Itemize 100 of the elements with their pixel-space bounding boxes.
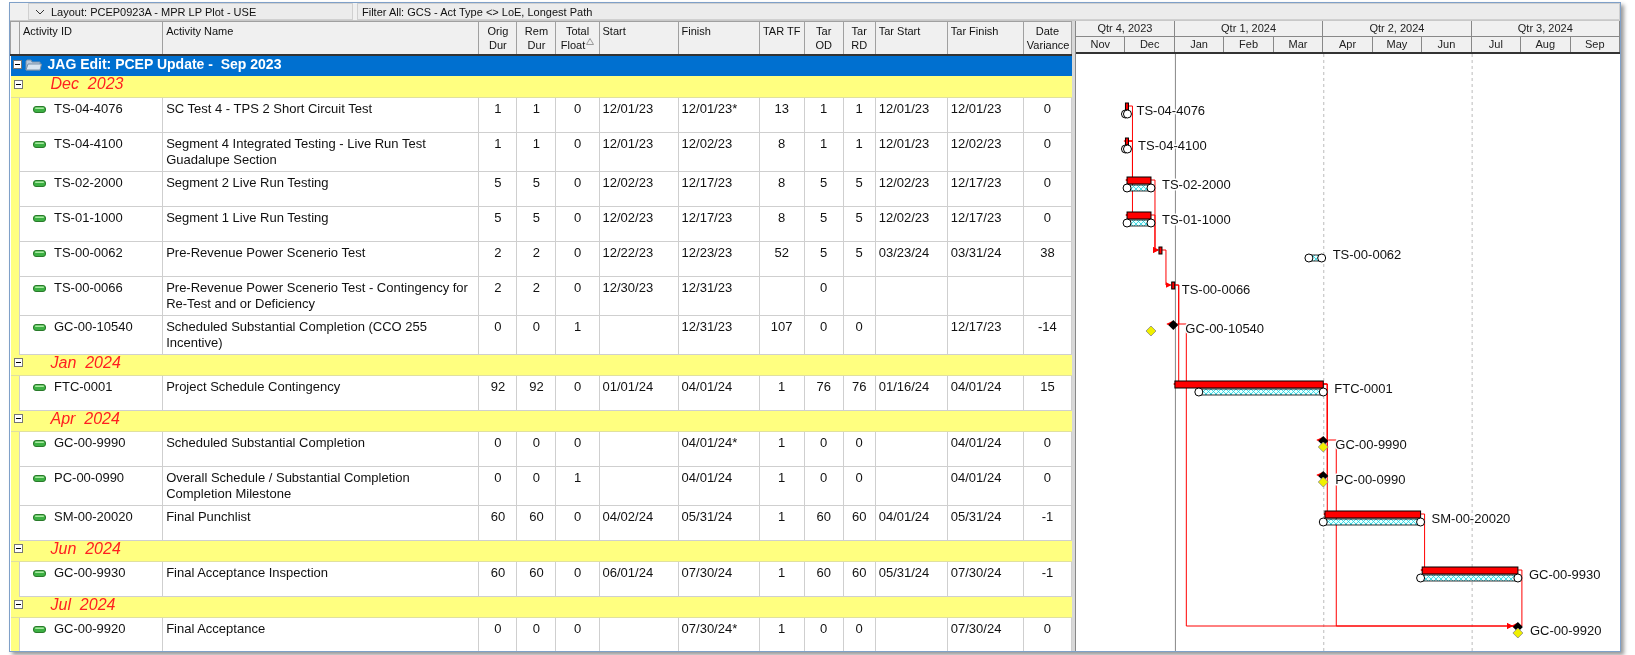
table-cell: 12/01/23 bbox=[599, 132, 679, 171]
table-cell: 2 bbox=[478, 241, 517, 276]
activity-icon bbox=[33, 179, 46, 187]
column-header[interactable]: Start bbox=[599, 21, 679, 55]
table-cell: 76 bbox=[843, 375, 876, 410]
table-cell: 5 bbox=[843, 206, 876, 241]
table-cell: 0 bbox=[516, 431, 556, 466]
column-header[interactable]: TAR TF bbox=[759, 21, 805, 55]
collapse-icon[interactable] bbox=[13, 544, 23, 553]
activity-bar bbox=[1126, 211, 1152, 220]
column-header[interactable]: Date Variance bbox=[1023, 21, 1072, 55]
quarter-header: Qtr 3, 2024 bbox=[1471, 21, 1620, 36]
table-cell: 1 bbox=[804, 97, 844, 132]
table-cell: 12/02/23 bbox=[599, 171, 679, 206]
collapse-icon[interactable] bbox=[13, 79, 23, 89]
table-cell: 8 bbox=[759, 206, 805, 241]
caret-icon bbox=[35, 8, 45, 15]
column-header[interactable]: Tar Start bbox=[875, 21, 948, 55]
table-cell: 0 bbox=[843, 466, 876, 505]
collapse-icon[interactable] bbox=[13, 600, 23, 609]
activity-id: GC-00-9930 bbox=[54, 564, 126, 581]
table-cell: 0 bbox=[556, 132, 599, 171]
table-cell: 0 bbox=[556, 97, 599, 132]
activity-icon bbox=[33, 439, 46, 447]
table-cell: 1 bbox=[843, 132, 876, 171]
table-cell: 0 bbox=[843, 315, 876, 354]
table-cell: Pre-Revenue Power Scenerio Test bbox=[162, 241, 479, 276]
table-cell: Overall Schedule / Substantial Completion Completion Milestone bbox=[162, 466, 479, 505]
table-cell: 04/01/24 bbox=[947, 431, 1024, 466]
table-cell: 06/01/24 bbox=[599, 561, 679, 596]
folder-icon bbox=[24, 57, 42, 71]
bar-label: TS-01-1000 bbox=[1162, 212, 1231, 227]
target-bar bbox=[1120, 144, 1132, 154]
activity-id: SM-00-20020 bbox=[54, 508, 133, 525]
column-header[interactable]: Finish bbox=[678, 21, 760, 55]
table-cell: 12/02/23 bbox=[599, 206, 679, 241]
column-header[interactable]: Rem Dur bbox=[516, 21, 556, 55]
column-header[interactable]: Activity ID bbox=[19, 21, 163, 55]
table-cell: 01/16/24 bbox=[875, 375, 948, 410]
table-cell: Final Punchlist bbox=[162, 505, 479, 540]
target-bar bbox=[1122, 183, 1156, 193]
table-cell: 12/31/23 bbox=[678, 276, 760, 315]
table-cell: 0 bbox=[804, 276, 844, 315]
bar-label: TS-00-0066 bbox=[1181, 282, 1251, 297]
column-header[interactable]: Total Float bbox=[556, 21, 599, 55]
activity-bar bbox=[1126, 176, 1152, 185]
target-milestone-icon bbox=[1145, 325, 1157, 337]
table-cell: 07/30/24 bbox=[678, 561, 760, 596]
month-header: Jun bbox=[1422, 37, 1472, 52]
month-header: Jan bbox=[1174, 37, 1225, 52]
table-cell: 04/01/24 bbox=[678, 466, 760, 505]
table-cell: 12/02/23 bbox=[875, 171, 948, 206]
table-cell: 5 bbox=[804, 171, 844, 206]
column-header[interactable]: Orig Dur bbox=[478, 21, 517, 55]
quarter-header: Qtr 2, 2024 bbox=[1323, 21, 1472, 36]
bar-label: TS-02-2000 bbox=[1162, 177, 1231, 192]
activity-icon bbox=[33, 323, 46, 331]
table-cell: 2 bbox=[478, 276, 517, 315]
table-cell: SC Test 4 - TPS 2 Short Circuit Test bbox=[162, 97, 479, 132]
table-cell: 0 bbox=[556, 276, 599, 315]
layout-dropdown[interactable]: Layout: PCEP0923A - MPR LP Plot - USE bbox=[28, 3, 353, 20]
column-header[interactable]: Tar RD bbox=[843, 21, 876, 55]
month-header: Jul bbox=[1471, 37, 1522, 52]
activity-id: FTC-0001 bbox=[54, 378, 113, 395]
collapse-icon[interactable] bbox=[13, 358, 23, 367]
table-cell: 04/01/24 bbox=[678, 375, 760, 410]
table-cell: 60 bbox=[843, 561, 876, 596]
table-cell: 1 bbox=[759, 505, 805, 540]
table-cell: 12/31/23 bbox=[678, 315, 760, 354]
table-cell: 0 bbox=[1023, 132, 1072, 171]
activity-bar bbox=[1124, 137, 1129, 146]
collapse-icon[interactable] bbox=[13, 414, 23, 423]
activity-icon bbox=[33, 513, 46, 521]
column-header[interactable]: Tar Finish bbox=[947, 21, 1024, 55]
collapse-icon[interactable] bbox=[12, 59, 22, 69]
activity-id: TS-00-0066 bbox=[54, 279, 123, 296]
table-cell: 04/01/24 bbox=[947, 466, 1024, 505]
table-cell: 12/23/23 bbox=[678, 241, 760, 276]
month-header: Nov bbox=[1076, 37, 1126, 52]
bar-label: SM-00-20020 bbox=[1431, 511, 1511, 526]
column-header[interactable]: Activity Name bbox=[162, 21, 479, 55]
table-cell: 1 bbox=[843, 97, 876, 132]
table-cell: 0 bbox=[556, 505, 599, 540]
activity-bar bbox=[1158, 246, 1163, 255]
activity-id: TS-02-2000 bbox=[54, 174, 123, 191]
table-cell: 0 bbox=[804, 315, 844, 354]
activity-icon bbox=[33, 214, 46, 222]
table-cell: 2 bbox=[516, 276, 556, 315]
activity-icon bbox=[33, 383, 46, 391]
table-cell: Scheduled Substantial Completion bbox=[162, 431, 479, 466]
table-cell: 04/01/24* bbox=[678, 431, 760, 466]
table-cell: 52 bbox=[759, 241, 805, 276]
target-bar bbox=[1304, 253, 1327, 263]
table-cell: 0 bbox=[556, 241, 599, 276]
table-cell: Scheduled Substantial Completion (CCO 255 Incentive) bbox=[162, 315, 479, 354]
table-cell: 12/17/23 bbox=[947, 171, 1024, 206]
table-cell: -1 bbox=[1023, 561, 1072, 596]
bar-label: TS-04-4076 bbox=[1136, 103, 1206, 118]
column-header[interactable]: Tar OD bbox=[804, 21, 844, 55]
target-milestone-icon bbox=[1317, 441, 1329, 453]
